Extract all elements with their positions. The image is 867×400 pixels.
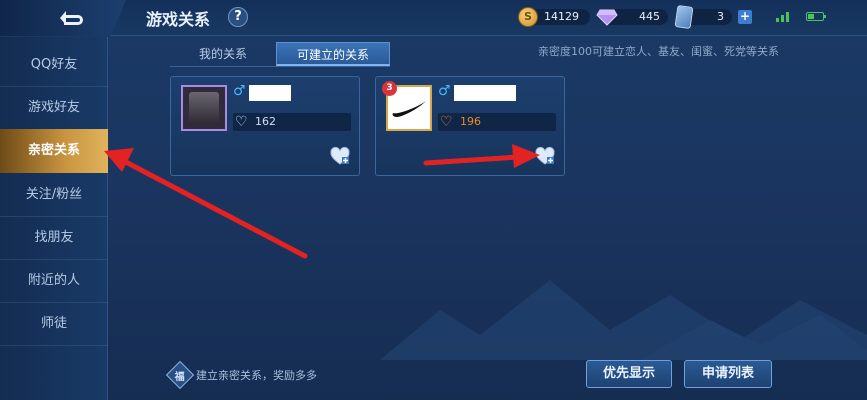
sidebar-item-label: 亲密关系: [27, 143, 80, 158]
tab-my-relations[interactable]: 我的关系: [172, 42, 274, 66]
tab-underline: [170, 66, 390, 67]
sidebar-item-label: 师徒: [40, 316, 67, 331]
gold-coin-icon: S: [518, 7, 538, 27]
help-icon[interactable]: ?: [228, 7, 248, 27]
intimacy-hint-text: 亲密度100可建立恋人、基友、闺蜜、死党等关系: [538, 45, 779, 58]
sidebar-item-label: 关注/粉丝: [25, 187, 83, 202]
sidebar-item-mentor[interactable]: 师徒: [0, 302, 108, 346]
intimacy-value: 196: [460, 115, 481, 128]
sidebar-item-label: QQ好友: [30, 57, 78, 72]
back-arrow-icon: [60, 11, 83, 25]
reward-hint: 福 建立亲密关系，奖励多多: [165, 360, 317, 390]
intimacy-bar: ♡ 162: [233, 113, 351, 131]
male-gender-icon: ♂: [233, 83, 246, 99]
intimacy-bar: ♡ 196: [438, 113, 556, 131]
friend-card[interactable]: 3 ♂ ♡ 196: [375, 76, 565, 176]
sidebar-item-label: 附近的人: [27, 273, 80, 288]
add-relationship-heart-icon[interactable]: [534, 145, 556, 167]
add-relationship-heart-icon[interactable]: [329, 145, 351, 167]
reward-gift-icon: 福: [165, 360, 195, 390]
sidebar-item-nearby[interactable]: 附近的人: [0, 259, 108, 303]
sidebar-item-find-friends[interactable]: 找朋友: [0, 216, 108, 260]
intimacy-value: 162: [255, 115, 276, 128]
male-gender-icon: ♂: [438, 83, 451, 99]
sidebar-item-intimate-relations[interactable]: 亲密关系: [0, 129, 108, 173]
gold-coin-counter: S 14129: [518, 7, 590, 27]
avatar[interactable]: 3: [382, 81, 432, 131]
page-title: 游戏关系: [146, 10, 211, 29]
friend-card[interactable]: ♂ ♡ 162: [170, 76, 360, 176]
battery-icon: [806, 12, 826, 21]
sidebar-item-label: 游戏好友: [27, 100, 80, 115]
intimacy-heart-icon: ♡: [440, 114, 453, 130]
avatar[interactable]: [181, 85, 227, 131]
sidebar-item-label: 找朋友: [34, 230, 74, 245]
sidebar-item-follow-fans[interactable]: 关注/粉丝: [0, 173, 108, 217]
top-bar: 游戏关系 ? S 14129 445 3 +: [0, 0, 867, 36]
add-ticket-button[interactable]: +: [738, 10, 752, 24]
priority-display-button[interactable]: 优先显示: [586, 360, 672, 388]
diamond-icon: [596, 9, 618, 26]
friend-name-redacted: [249, 85, 291, 101]
sidebar: QQ好友 游戏好友 亲密关系 关注/粉丝 找朋友 附近的人 师徒: [0, 37, 108, 400]
diamond-counter: 445: [596, 7, 668, 27]
back-button[interactable]: [0, 0, 126, 36]
ticket-icon: [674, 4, 694, 30]
sidebar-item-qq-friends[interactable]: QQ好友: [0, 43, 108, 87]
sidebar-item-game-friends[interactable]: 游戏好友: [0, 86, 108, 130]
level-badge: 3: [382, 81, 397, 96]
reward-hint-text: 建立亲密关系，奖励多多: [196, 369, 317, 382]
ticket-counter: 3 +: [674, 4, 752, 30]
signal-icon: [776, 12, 789, 22]
mountain-decoration: [380, 280, 867, 360]
intimacy-heart-icon: ♡: [235, 114, 248, 130]
friend-name-redacted: [454, 85, 516, 101]
tab-available-relations[interactable]: 可建立的关系: [276, 42, 390, 66]
request-list-button[interactable]: 申请列表: [684, 360, 772, 388]
